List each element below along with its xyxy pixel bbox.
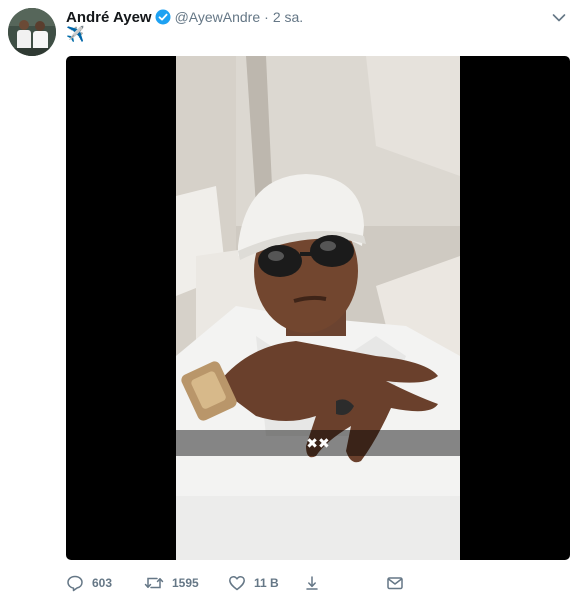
- video-player[interactable]: ✖✖: [66, 56, 570, 560]
- user-handle[interactable]: @AyewAndre: [175, 9, 261, 25]
- reply-count: 603: [92, 576, 113, 590]
- retweet-count: 1595: [172, 576, 199, 590]
- envelope-icon: [386, 574, 404, 592]
- heart-icon: [228, 574, 246, 592]
- retweet-button[interactable]: 1595: [144, 572, 199, 594]
- avatar[interactable]: [8, 8, 56, 56]
- retweet-icon: [144, 574, 164, 592]
- reply-button[interactable]: 603: [66, 572, 112, 594]
- tweet-timestamp[interactable]: 2 sa.: [273, 9, 303, 25]
- tweet: André Ayew @AyewAndre · 2 sa. ✈️ ✖✖ 603 …: [0, 0, 580, 595]
- tweet-actions: 603 1595 11 B: [66, 572, 570, 594]
- video-caption-text: ✖✖: [306, 434, 330, 451]
- video-caption: ✖✖: [176, 430, 460, 456]
- tweet-header: André Ayew @AyewAndre · 2 sa.: [66, 7, 303, 27]
- direct-message-button[interactable]: [386, 572, 404, 594]
- tweet-text: ✈️: [66, 26, 85, 43]
- download-button[interactable]: [304, 572, 320, 594]
- separator-dot: ·: [264, 9, 269, 25]
- like-button[interactable]: 11 B: [228, 572, 279, 594]
- chevron-down-icon[interactable]: [552, 10, 566, 22]
- verified-badge-icon: [155, 9, 171, 25]
- download-icon: [304, 574, 320, 592]
- video-frame: [176, 56, 460, 560]
- user-name[interactable]: André Ayew: [66, 9, 152, 26]
- like-count: 11 B: [254, 576, 279, 590]
- reply-icon: [66, 574, 84, 592]
